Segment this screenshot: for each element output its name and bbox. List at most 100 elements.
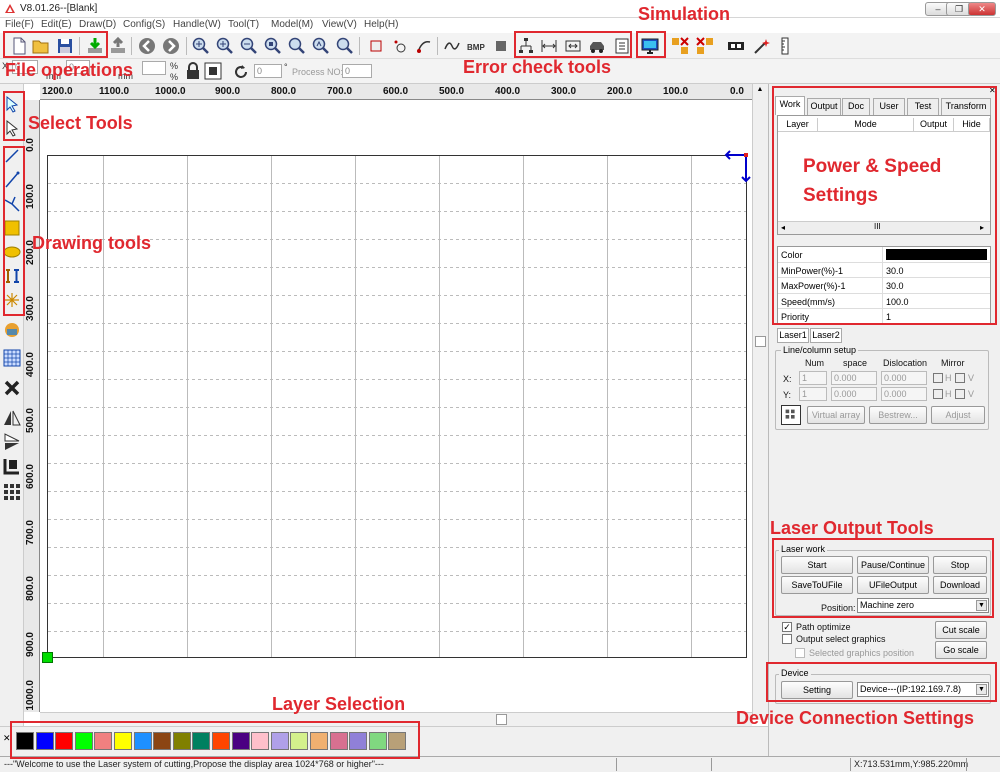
ruler-tick: 900.0 xyxy=(215,86,241,97)
menu-tool[interactable]: Tool(T) xyxy=(228,19,259,30)
grid-array-tool[interactable] xyxy=(2,348,22,368)
menu-config[interactable]: Config(S) xyxy=(123,19,165,30)
align-center-button[interactable] xyxy=(203,61,222,80)
redo-icon xyxy=(163,38,179,54)
ruler-button[interactable] xyxy=(775,36,795,56)
laser-head-button[interactable] xyxy=(726,36,746,56)
y-space-input[interactable]: 0.000 xyxy=(831,387,877,401)
adjust-button[interactable]: Adjust xyxy=(931,406,985,424)
rotation-input[interactable]: 0 xyxy=(254,64,282,78)
work-area-grid[interactable] xyxy=(47,155,747,658)
horizontal-ruler: 1200.0 1100.0 1000.0 900.0 800.0 700.0 6… xyxy=(40,84,752,100)
zoom-in-button[interactable] xyxy=(191,36,211,56)
zoom-data-icon xyxy=(312,37,329,54)
degree-label: ° xyxy=(284,62,288,72)
scroll-thumb[interactable] xyxy=(755,336,766,347)
window-title: V8.01.26--[Blank] xyxy=(20,3,98,14)
y-mirror-h-checkbox[interactable] xyxy=(933,389,943,399)
mirror-header: Mirror xyxy=(941,358,965,368)
ruler-tick: 700.0 xyxy=(25,520,36,546)
node-edit-button[interactable] xyxy=(391,36,411,56)
laser-wand-icon xyxy=(754,39,770,54)
grid-icon xyxy=(3,349,21,367)
annotation-simulation: Simulation xyxy=(638,4,731,24)
zoom-move-button[interactable] xyxy=(215,36,235,56)
zoom-select-button[interactable] xyxy=(287,36,307,56)
vertical-scrollbar[interactable]: ▲ xyxy=(752,84,768,720)
zoom-data-button[interactable] xyxy=(311,36,331,56)
array-grid-icon xyxy=(785,409,795,419)
smooth-curve-button[interactable] xyxy=(442,36,462,56)
zoom-page-icon xyxy=(264,37,281,54)
image-stack-icon xyxy=(5,323,19,337)
menu-bar: File(F) Edit(E) Draw(D) Config(S) Handle… xyxy=(0,18,1000,33)
vertical-ruler: 0.0 100.0 200.0 300.0 400.0 500.0 600.0 … xyxy=(24,100,40,712)
ruler-tick: 0.0 xyxy=(730,86,744,97)
cursor-coordinates: X:713.531mm,Y:985.220mm xyxy=(854,759,969,769)
zoom-window-button[interactable] xyxy=(335,36,355,56)
x-mirror-h-checkbox[interactable] xyxy=(933,373,943,383)
y-num-input[interactable]: 1 xyxy=(799,387,827,401)
menu-draw[interactable]: Draw(D) xyxy=(79,19,116,30)
array-button-1[interactable] xyxy=(670,36,690,56)
status-message: ---"Welcome to use the Laser system of c… xyxy=(4,759,384,769)
annotation-box-drawing xyxy=(3,146,25,316)
laser-head-icon xyxy=(728,42,744,50)
tab-laser1[interactable]: Laser1 xyxy=(777,328,809,343)
menu-handle[interactable]: Handle(W) xyxy=(173,19,221,30)
scroll-up-icon[interactable]: ▲ xyxy=(754,86,766,96)
virtual-array-button[interactable]: Virtual array xyxy=(807,406,865,424)
redo-button[interactable] xyxy=(161,36,181,56)
menu-help[interactable]: Help(H) xyxy=(364,19,398,30)
path-optimize-checkbox[interactable]: ✓ xyxy=(782,622,792,632)
process-no-input[interactable]: 0 xyxy=(342,64,372,78)
x-mirror-v-checkbox[interactable] xyxy=(955,373,965,383)
array-button-2[interactable] xyxy=(695,36,715,56)
scale-x-input[interactable] xyxy=(142,61,166,75)
drawing-canvas[interactable] xyxy=(40,100,752,712)
y-dislocation-input[interactable]: 0.000 xyxy=(881,387,927,401)
zoom-out-button[interactable] xyxy=(239,36,259,56)
tab-laser2[interactable]: Laser2 xyxy=(810,328,842,343)
ruler-tick: 900.0 xyxy=(25,632,36,658)
percent-label-top: % xyxy=(170,61,179,71)
curve-smooth-button[interactable] xyxy=(414,36,434,56)
align-tool[interactable] xyxy=(2,456,22,476)
lock-ratio-button[interactable] xyxy=(183,61,201,79)
dots-grid-icon xyxy=(4,484,20,500)
x-space-input[interactable]: 0.000 xyxy=(831,371,877,385)
menu-model[interactable]: Model(M) xyxy=(271,19,313,30)
rotate-button[interactable] xyxy=(231,62,249,80)
laser-beam-button[interactable] xyxy=(752,36,772,56)
align-icon xyxy=(3,459,19,475)
annotation-power-speed-2: Settings xyxy=(803,185,878,206)
x-dislocation-input[interactable]: 0.000 xyxy=(881,371,927,385)
rotate-icon xyxy=(235,65,247,78)
mirror-vertical-tool[interactable] xyxy=(2,432,22,452)
menu-file[interactable]: File(F) xyxy=(5,19,34,30)
frame-button[interactable] xyxy=(366,36,386,56)
menu-view[interactable]: View(V) xyxy=(322,19,357,30)
annotation-laser-output: Laser Output Tools xyxy=(770,518,934,538)
cut-scale-button[interactable]: Cut scale xyxy=(935,621,987,639)
x-num-input[interactable]: 1 xyxy=(799,371,827,385)
mirror-horizontal-tool[interactable] xyxy=(2,408,22,428)
selected-position-label: Selected graphics position xyxy=(809,648,915,658)
close-button[interactable]: ✕ xyxy=(968,2,996,16)
bitmap-button[interactable]: BMP xyxy=(466,36,486,56)
go-scale-button[interactable]: Go scale xyxy=(935,641,987,659)
export-button[interactable] xyxy=(108,36,128,56)
hscroll-thumb[interactable] xyxy=(496,714,507,725)
selected-position-checkbox[interactable] xyxy=(795,648,805,658)
undo-button[interactable] xyxy=(137,36,157,56)
bestrew-button[interactable]: Bestrew... xyxy=(869,406,927,424)
stop-square-button[interactable] xyxy=(491,36,511,56)
output-select-checkbox[interactable] xyxy=(782,634,792,644)
menu-edit[interactable]: Edit(E) xyxy=(41,19,72,30)
y-mirror-v-checkbox[interactable] xyxy=(955,389,965,399)
array-preview-button[interactable] xyxy=(781,405,801,425)
zoom-page-button[interactable] xyxy=(263,36,283,56)
array-grid-tool[interactable] xyxy=(2,482,22,502)
delete-tool[interactable] xyxy=(2,378,22,398)
image-tool[interactable] xyxy=(2,320,22,340)
